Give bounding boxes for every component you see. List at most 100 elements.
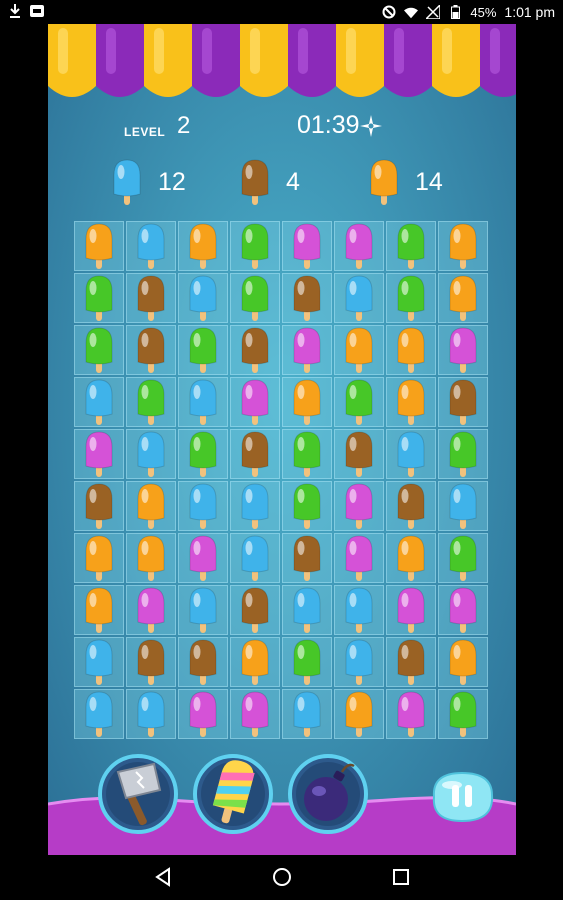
orange-popsicle-icon [137,483,165,529]
board-cell[interactable] [126,377,176,427]
recents-icon[interactable] [389,865,413,889]
board-cell[interactable] [178,377,228,427]
board-cell[interactable] [74,637,124,687]
board-cell[interactable] [74,273,124,323]
board-cell[interactable] [438,273,488,323]
board-cell[interactable] [334,221,384,271]
board-cell[interactable] [126,325,176,375]
board-cell[interactable] [126,221,176,271]
board-cell[interactable] [334,533,384,583]
board-cell[interactable] [334,377,384,427]
board-cell[interactable] [438,429,488,479]
board-cell[interactable] [178,637,228,687]
board-cell[interactable] [386,481,436,531]
board-cell[interactable] [438,325,488,375]
board-cell[interactable] [126,585,176,635]
bomb-booster-button[interactable] [288,754,368,834]
orange-popsicle-icon [293,379,321,425]
board-cell[interactable] [386,221,436,271]
back-icon[interactable] [151,865,175,889]
board-cell[interactable] [282,585,332,635]
board-cell[interactable] [230,637,280,687]
board-cell[interactable] [230,377,280,427]
board-cell[interactable] [178,689,228,739]
board-cell[interactable] [438,585,488,635]
board-cell[interactable] [334,325,384,375]
board-cell[interactable] [74,221,124,271]
board-cell[interactable] [178,533,228,583]
board-cell[interactable] [386,637,436,687]
board-cell[interactable] [334,637,384,687]
board-cell[interactable] [386,377,436,427]
board-cell[interactable] [74,533,124,583]
clock: 1:01 pm [504,4,555,20]
game-screen: LEVEL 2 01:39 12 4 14 [48,24,516,855]
hammer-booster-button[interactable] [98,754,178,834]
board-cell[interactable] [230,481,280,531]
board-cell[interactable] [178,585,228,635]
board-cell[interactable] [230,689,280,739]
board-cell[interactable] [126,273,176,323]
board-cell[interactable] [334,481,384,531]
striped-popsicle-booster-button[interactable] [193,754,273,834]
board-cell[interactable] [438,533,488,583]
board-cell[interactable] [230,273,280,323]
board-cell[interactable] [282,637,332,687]
board-cell[interactable] [386,429,436,479]
board-cell[interactable] [178,481,228,531]
game-board [73,220,491,740]
board-cell[interactable] [438,221,488,271]
timer: 01:39 [297,111,360,139]
board-cell[interactable] [282,481,332,531]
blue-popsicle-icon [345,275,373,321]
board-cell[interactable] [74,325,124,375]
board-cell[interactable] [126,429,176,479]
board-cell[interactable] [178,273,228,323]
home-icon[interactable] [270,865,294,889]
goal-blue: 12 [110,158,186,206]
board-cell[interactable] [282,533,332,583]
board-cell[interactable] [282,325,332,375]
board-cell[interactable] [178,325,228,375]
board-cell[interactable] [334,273,384,323]
board-cell[interactable] [438,481,488,531]
board-cell[interactable] [74,429,124,479]
board-cell[interactable] [438,377,488,427]
orange-popsicle-icon [449,639,477,685]
blue-popsicle-icon [241,483,269,529]
board-cell[interactable] [386,273,436,323]
board-cell[interactable] [74,585,124,635]
board-cell[interactable] [230,533,280,583]
board-cell[interactable] [230,325,280,375]
board-cell[interactable] [334,689,384,739]
board-cell[interactable] [74,481,124,531]
board-cell[interactable] [386,325,436,375]
pause-button[interactable] [426,767,498,827]
board-cell[interactable] [126,533,176,583]
board-cell[interactable] [282,429,332,479]
board-cell[interactable] [126,689,176,739]
board-cell[interactable] [74,377,124,427]
board-cell[interactable] [230,429,280,479]
board-cell[interactable] [282,221,332,271]
board-cell[interactable] [230,585,280,635]
board-cell[interactable] [334,429,384,479]
board-cell[interactable] [282,377,332,427]
navigation-bar [0,855,563,900]
board-cell[interactable] [438,689,488,739]
board-cell[interactable] [282,273,332,323]
brown-popsicle-icon [137,639,165,685]
board-cell[interactable] [282,689,332,739]
board-cell[interactable] [178,221,228,271]
board-cell[interactable] [178,429,228,479]
board-cell[interactable] [334,585,384,635]
board-cell[interactable] [386,585,436,635]
board-cell[interactable] [386,533,436,583]
board-cell[interactable] [230,221,280,271]
board-cell[interactable] [126,637,176,687]
board-cell[interactable] [438,637,488,687]
brown-popsicle-icon [241,587,269,633]
board-cell[interactable] [386,689,436,739]
board-cell[interactable] [126,481,176,531]
board-cell[interactable] [74,689,124,739]
